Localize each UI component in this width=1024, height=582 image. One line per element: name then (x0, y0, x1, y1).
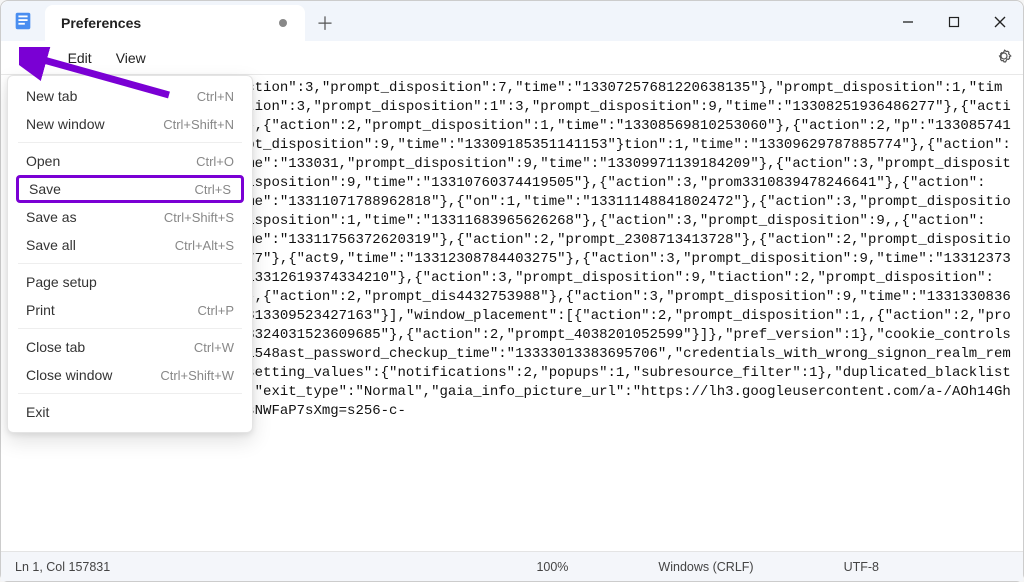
menu-edit[interactable]: Edit (56, 44, 104, 72)
menu-save-all[interactable]: Save all Ctrl+Alt+S (8, 231, 252, 259)
menu-label: New window (26, 116, 105, 132)
menu-shortcut: Ctrl+Shift+N (163, 117, 234, 132)
menu-shortcut: Ctrl+S (195, 182, 231, 197)
menu-new-window[interactable]: New window Ctrl+Shift+N (8, 110, 252, 138)
dirty-indicator-icon (279, 19, 287, 27)
menu-shortcut: Ctrl+N (197, 89, 234, 104)
menu-label: Save all (26, 237, 76, 253)
menu-label: Page setup (26, 274, 97, 290)
minimize-button[interactable] (885, 6, 931, 38)
menu-save-as[interactable]: Save as Ctrl+Shift+S (8, 203, 252, 231)
settings-button[interactable] (995, 47, 1013, 70)
close-button[interactable] (977, 6, 1023, 38)
menu-shortcut: Ctrl+Shift+S (164, 210, 234, 225)
menu-shortcut: Ctrl+W (194, 340, 234, 355)
menu-close-tab[interactable]: Close tab Ctrl+W (8, 333, 252, 361)
menu-shortcut: Ctrl+Alt+S (175, 238, 234, 253)
titlebar: Preferences ＋ (1, 1, 1023, 41)
menu-separator (18, 393, 242, 394)
menu-shortcut: Ctrl+O (196, 154, 234, 169)
menu-close-window[interactable]: Close window Ctrl+Shift+W (8, 361, 252, 389)
gear-icon (995, 47, 1013, 65)
menu-file[interactable]: File (9, 44, 56, 72)
menu-label: Close window (26, 367, 112, 383)
app-icon (1, 1, 45, 41)
menu-separator (18, 142, 242, 143)
menu-print[interactable]: Print Ctrl+P (8, 296, 252, 324)
menubar: File Edit View (1, 41, 1023, 75)
menu-label: Print (26, 302, 55, 318)
window-controls (885, 1, 1023, 41)
menu-label: Exit (26, 404, 49, 420)
tab-title: Preferences (61, 15, 141, 31)
menu-separator (18, 328, 242, 329)
menu-new-tab[interactable]: New tab Ctrl+N (8, 82, 252, 110)
status-zoom[interactable]: 100% (536, 560, 568, 574)
menu-label: Open (26, 153, 60, 169)
file-menu-dropdown: New tab Ctrl+N New window Ctrl+Shift+N O… (7, 75, 253, 433)
menu-open[interactable]: Open Ctrl+O (8, 147, 252, 175)
status-cursor-position: Ln 1, Col 157831 (15, 560, 295, 574)
tab-preferences[interactable]: Preferences (45, 5, 305, 41)
status-line-endings[interactable]: Windows (CRLF) (658, 560, 753, 574)
menu-label: Save as (26, 209, 77, 225)
menu-separator (18, 263, 242, 264)
menu-exit[interactable]: Exit (8, 398, 252, 426)
new-tab-button[interactable]: ＋ (305, 5, 345, 41)
menu-shortcut: Ctrl+P (198, 303, 234, 318)
statusbar: Ln 1, Col 157831 100% Windows (CRLF) UTF… (1, 551, 1023, 581)
menu-label: Close tab (26, 339, 85, 355)
menu-shortcut: Ctrl+Shift+W (160, 368, 234, 383)
menu-view[interactable]: View (104, 44, 158, 72)
menu-page-setup[interactable]: Page setup (8, 268, 252, 296)
maximize-button[interactable] (931, 6, 977, 38)
menu-save[interactable]: Save Ctrl+S (16, 175, 244, 203)
menu-label: Save (29, 181, 61, 197)
status-encoding[interactable]: UTF-8 (844, 560, 879, 574)
menu-label: New tab (26, 88, 77, 104)
